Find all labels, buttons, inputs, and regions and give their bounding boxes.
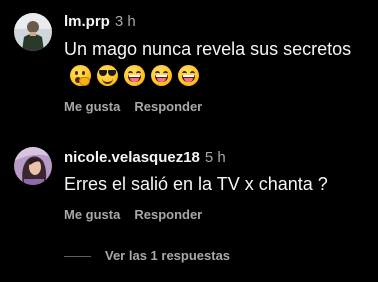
comment-header: lm.prp 3 h <box>64 12 136 32</box>
comment-header: nicole.velasquez18 5 h <box>64 148 226 168</box>
emoji-group <box>70 65 205 94</box>
view-replies-label: Ver las 1 respuestas <box>105 248 231 263</box>
smiling-face-with-sunglasses-icon <box>97 65 118 86</box>
avatar[interactable] <box>14 13 52 51</box>
reply-button[interactable]: Responder <box>134 98 202 116</box>
username[interactable]: nicole.velasquez18 <box>64 149 200 166</box>
comment-text: Erres el salió en la TV x chanta ? <box>64 171 364 198</box>
username[interactable]: lm.prp <box>64 13 110 30</box>
reply-button[interactable]: Responder <box>134 206 202 224</box>
view-replies-button[interactable]: Ver las 1 respuestas <box>64 247 230 265</box>
comment-body: Erres el salió en la TV x chanta ? <box>64 174 328 194</box>
comment-actions: Me gusta Responder <box>64 206 202 224</box>
grinning-squinting-face-icon <box>178 65 199 86</box>
timestamp: 3 h <box>114 13 136 30</box>
comment-actions: Me gusta Responder <box>64 98 202 116</box>
shushing-face-icon <box>70 65 91 86</box>
grinning-squinting-face-icon <box>151 65 172 86</box>
like-button[interactable]: Me gusta <box>64 98 120 116</box>
timestamp: 5 h <box>204 149 226 166</box>
comment-text: Un mago nunca revela sus secretos <box>64 36 364 94</box>
like-button[interactable]: Me gusta <box>64 206 120 224</box>
avatar[interactable] <box>14 147 52 185</box>
comment-body: Un mago nunca revela sus secretos <box>64 39 352 59</box>
grinning-squinting-face-icon <box>124 65 145 86</box>
divider-line <box>64 256 91 258</box>
